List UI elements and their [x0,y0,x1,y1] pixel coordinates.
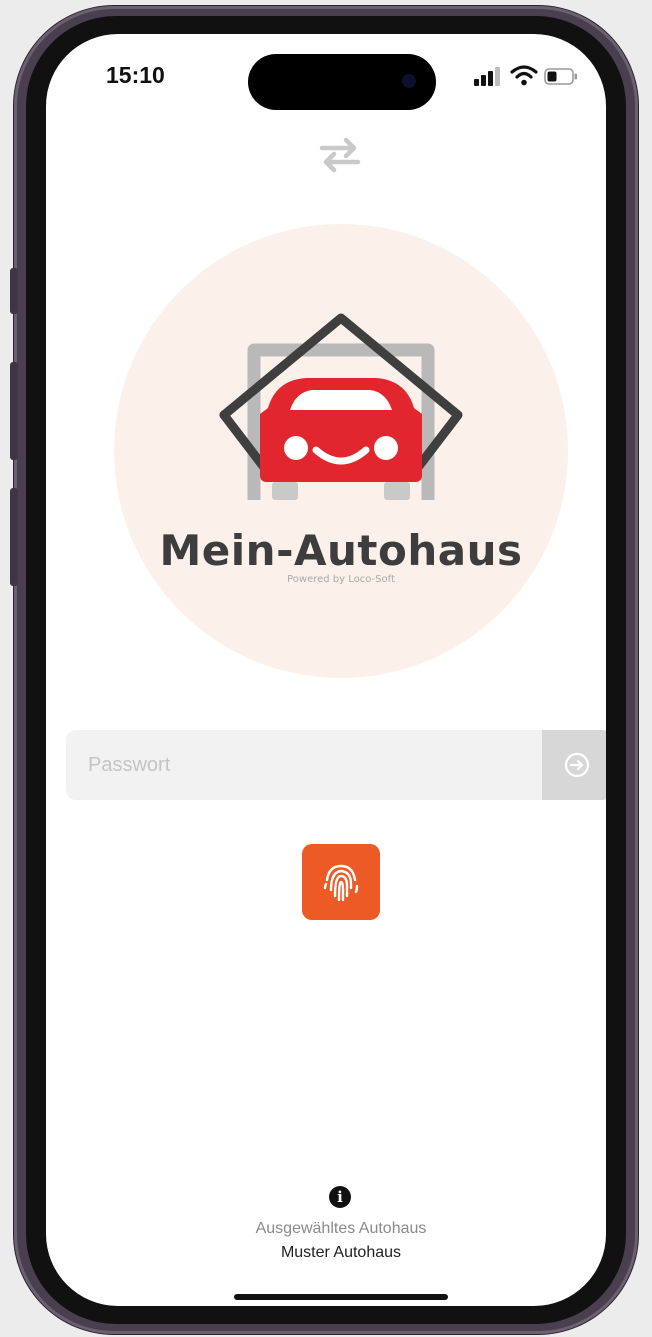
mute-switch [10,268,18,314]
battery-icon [544,68,577,85]
selected-dealership-name[interactable]: Muster Autohaus [46,1244,606,1262]
arrow-right-circle-icon [564,752,590,778]
status-bar: 15:10 [46,34,606,114]
volume-down-button [10,488,18,586]
cellular-signal-icon [474,66,504,86]
status-icons [474,64,584,88]
front-camera [402,74,416,88]
biometric-login-button[interactable] [302,844,380,920]
password-row [66,730,606,800]
logo-title: Mein-Autohaus [159,526,523,575]
login-submit-button[interactable] [542,730,606,800]
fingerprint-icon [323,864,359,902]
selected-dealership-label: Ausgewähltes Autohaus [255,1220,427,1237]
mein-autohaus-logo-icon [219,313,463,500]
volume-up-button [10,362,18,460]
dynamic-island [248,54,436,110]
home-indicator[interactable] [234,1294,448,1300]
logo-subtitle: Powered by Loco-Soft [287,574,395,585]
wifi-icon [510,65,538,86]
app-screen: 15:10 Mein-Autohaus Powered by Loco-Soft… [46,34,606,1306]
status-time: 15:10 [106,62,165,88]
password-input[interactable] [66,730,542,800]
info-icon[interactable]: i [329,1186,351,1208]
swap-arrows-icon[interactable] [316,134,364,174]
